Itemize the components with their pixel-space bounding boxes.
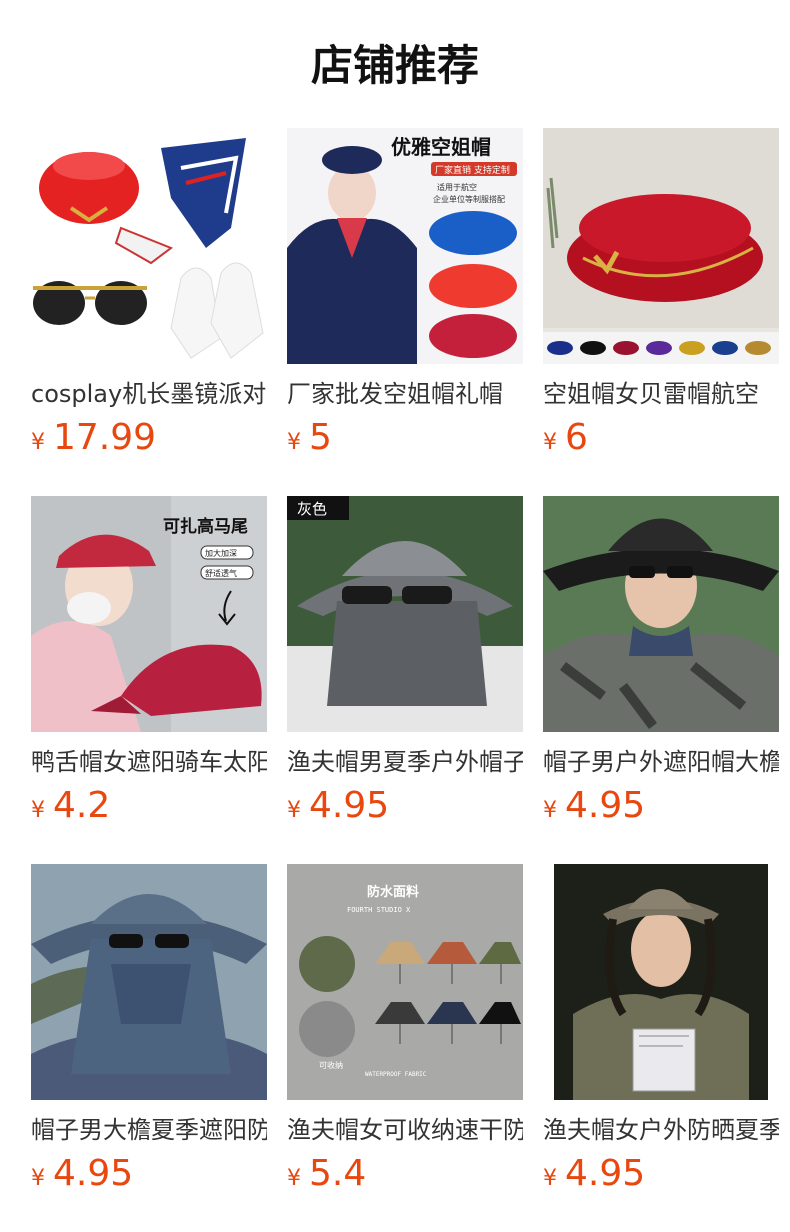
product-card[interactable]: 可扎高马尾 加大加深 舒适透气 鸭舌帽女遮阳骑车太阳 ¥4.2 bbox=[31, 496, 267, 864]
svg-text:优雅空姐帽: 优雅空姐帽 bbox=[391, 135, 491, 159]
grey-sun-hat-image: 灰色 bbox=[287, 496, 523, 732]
product-name[interactable]: 空姐帽女贝雷帽航空 bbox=[543, 378, 779, 410]
khaki-bucket-hat-image bbox=[543, 864, 779, 1100]
svg-text:FOURTH STUDIO X: FOURTH STUDIO X bbox=[347, 906, 411, 914]
svg-text:WATERPROOF FABRIC: WATERPROOF FABRIC bbox=[365, 1071, 427, 1078]
product-name[interactable]: 鸭舌帽女遮阳骑车太阳 bbox=[31, 746, 267, 778]
price-value: 6 bbox=[565, 417, 588, 458]
black-bucket-hat-image bbox=[543, 496, 779, 732]
product-price: ¥4.95 bbox=[31, 1152, 267, 1196]
price-value: 5 bbox=[309, 417, 332, 458]
page-title: 店铺推荐 bbox=[310, 41, 479, 90]
price-value: 17.99 bbox=[53, 417, 157, 458]
svg-text:厂家直销 支持定制: 厂家直销 支持定制 bbox=[435, 164, 510, 176]
price-value: 4.95 bbox=[565, 1153, 646, 1194]
svg-text:可收纳: 可收纳 bbox=[319, 1060, 343, 1070]
product-price: ¥4.95 bbox=[287, 784, 523, 828]
product-card[interactable]: 优雅空姐帽 厂家直销 支持定制 适用于航空 企业单位等制服搭配 厂家批发空姐帽礼… bbox=[287, 128, 523, 496]
svg-text:灰色: 灰色 bbox=[297, 500, 327, 518]
product-price: ¥4.2 bbox=[31, 784, 267, 828]
product-name[interactable]: cosplay机长墨镜派对 bbox=[31, 378, 267, 410]
svg-text:可扎高马尾: 可扎高马尾 bbox=[163, 516, 248, 537]
product-card[interactable]: 防水面料 FOURTH STUDIO X 可收纳 WATERPROOF FABR… bbox=[287, 864, 523, 1232]
product-price: ¥5 bbox=[287, 416, 523, 460]
currency-symbol: ¥ bbox=[543, 430, 557, 455]
product-image[interactable]: 可扎高马尾 加大加深 舒适透气 bbox=[31, 496, 267, 732]
product-price: ¥17.99 bbox=[31, 416, 267, 460]
price-value: 4.95 bbox=[53, 1153, 134, 1194]
product-price: ¥4.95 bbox=[543, 784, 779, 828]
product-name[interactable]: 渔夫帽男夏季户外帽子 bbox=[287, 746, 523, 778]
currency-symbol: ¥ bbox=[31, 1166, 45, 1191]
currency-symbol: ¥ bbox=[543, 798, 557, 823]
product-image[interactable]: 优雅空姐帽 厂家直销 支持定制 适用于航空 企业单位等制服搭配 bbox=[287, 128, 523, 364]
svg-text:企业单位等制服搭配: 企业单位等制服搭配 bbox=[433, 194, 505, 204]
svg-text:舒适透气: 舒适透气 bbox=[205, 568, 237, 578]
price-value: 5.4 bbox=[309, 1153, 367, 1194]
product-card[interactable]: 渔夫帽女户外防晒夏季 ¥4.95 bbox=[543, 864, 779, 1232]
product-price: ¥4.95 bbox=[543, 1152, 779, 1196]
price-value: 4.2 bbox=[53, 785, 111, 826]
svg-text:加大加深: 加大加深 bbox=[205, 548, 237, 558]
currency-symbol: ¥ bbox=[31, 798, 45, 823]
product-card[interactable]: 灰色 渔夫帽男夏季户外帽子 ¥4.95 bbox=[287, 496, 523, 864]
currency-symbol: ¥ bbox=[31, 430, 45, 455]
currency-symbol: ¥ bbox=[287, 1166, 301, 1191]
bucket-hat-colors-image: 防水面料 FOURTH STUDIO X 可收纳 WATERPROOF FABR… bbox=[287, 864, 523, 1100]
red-beret-image bbox=[543, 128, 779, 364]
product-image[interactable] bbox=[31, 864, 267, 1100]
stewardess-hat-set-image bbox=[31, 128, 267, 364]
product-name[interactable]: 渔夫帽女户外防晒夏季 bbox=[543, 1114, 779, 1146]
svg-text:适用于航空: 适用于航空 bbox=[437, 182, 477, 192]
svg-text:防水面料: 防水面料 bbox=[367, 884, 419, 900]
product-card[interactable]: cosplay机长墨镜派对 ¥17.99 bbox=[31, 128, 267, 496]
currency-symbol: ¥ bbox=[287, 798, 301, 823]
product-image[interactable] bbox=[31, 128, 267, 364]
currency-symbol: ¥ bbox=[287, 430, 301, 455]
product-name[interactable]: 渔夫帽女可收纳速干防 bbox=[287, 1114, 523, 1146]
product-name[interactable]: 帽子男大檐夏季遮阳防 bbox=[31, 1114, 267, 1146]
red-baseball-cap-image: 可扎高马尾 加大加深 舒适透气 bbox=[31, 496, 267, 732]
product-card[interactable]: 帽子男大檐夏季遮阳防 ¥4.95 bbox=[31, 864, 267, 1232]
store-recommendation-page: 店铺推荐 cosplay机长墨镜派对 ¥ 17.99 优雅空姐帽 厂家直销 支持… bbox=[0, 0, 790, 1232]
product-image[interactable] bbox=[543, 128, 779, 364]
product-card[interactable]: 空姐帽女贝雷帽航空 ¥6 bbox=[543, 128, 779, 496]
product-price: ¥6 bbox=[543, 416, 779, 460]
price-value: 4.95 bbox=[309, 785, 390, 826]
product-grid: cosplay机长墨镜派对 ¥17.99 优雅空姐帽 厂家直销 支持定制 适用于… bbox=[31, 128, 779, 1232]
blue-face-cover-hat-image bbox=[31, 864, 267, 1100]
product-image[interactable] bbox=[543, 496, 779, 732]
product-card[interactable]: 帽子男户外遮阳帽大檐 ¥4.95 bbox=[543, 496, 779, 864]
product-image[interactable]: 灰色 bbox=[287, 496, 523, 732]
currency-symbol: ¥ bbox=[543, 1166, 557, 1191]
price-value: 4.95 bbox=[565, 785, 646, 826]
product-image[interactable] bbox=[543, 864, 779, 1100]
product-name[interactable]: 帽子男户外遮阳帽大檐 bbox=[543, 746, 779, 778]
stewardess-hat-model-image: 优雅空姐帽 厂家直销 支持定制 适用于航空 企业单位等制服搭配 bbox=[287, 128, 523, 364]
product-price: ¥5.4 bbox=[287, 1152, 523, 1196]
product-name[interactable]: 厂家批发空姐帽礼帽 bbox=[287, 378, 523, 410]
product-image[interactable]: 防水面料 FOURTH STUDIO X 可收纳 WATERPROOF FABR… bbox=[287, 864, 523, 1100]
